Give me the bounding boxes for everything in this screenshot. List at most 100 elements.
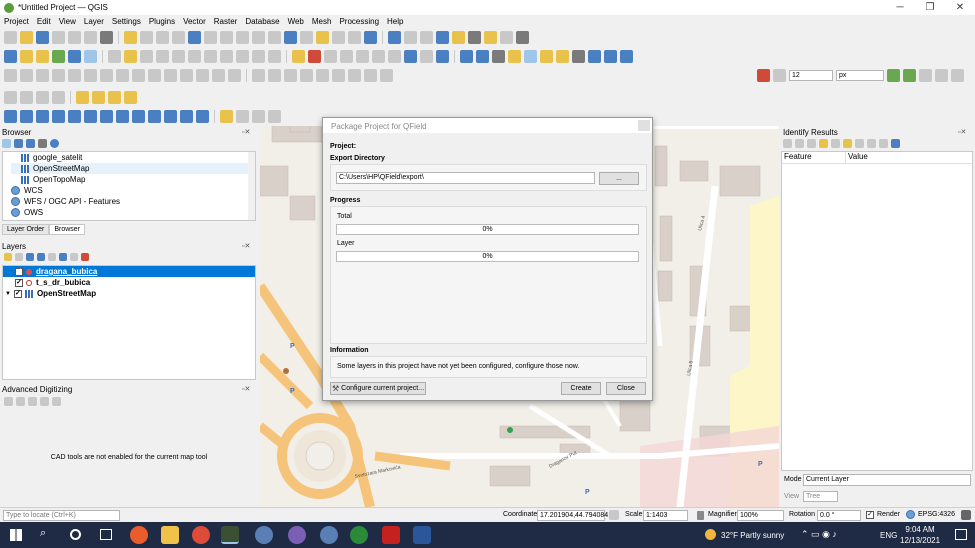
notifications-icon[interactable] xyxy=(955,529,967,540)
clock-date[interactable]: 12/13/2021 xyxy=(900,536,940,545)
menu-edit[interactable]: Edit xyxy=(33,17,55,26)
browser-float-close-icon[interactable]: ▫✕ xyxy=(242,128,250,136)
search-icon[interactable]: ⌕ xyxy=(40,527,46,540)
plugin-8-icon[interactable] xyxy=(148,110,161,123)
clear-results-icon[interactable] xyxy=(819,139,828,148)
help-icon[interactable] xyxy=(588,50,601,63)
intersection-snapping-icon[interactable] xyxy=(951,69,964,82)
geocode-icon[interactable] xyxy=(476,50,489,63)
enable-cad-icon[interactable] xyxy=(4,397,13,406)
ungroup-icon[interactable] xyxy=(380,69,393,82)
browser-item[interactable]: google_satelit xyxy=(11,152,255,163)
plugin-9-icon[interactable] xyxy=(164,110,177,123)
measure-icon[interactable] xyxy=(468,31,481,44)
delete-part-icon[interactable] xyxy=(68,69,81,82)
show-bookmarks-icon[interactable] xyxy=(332,31,345,44)
dialog-close-icon[interactable] xyxy=(638,120,650,131)
add-group-icon[interactable] xyxy=(15,253,23,261)
bookmark-icon[interactable] xyxy=(316,31,329,44)
statistics-icon[interactable] xyxy=(452,31,465,44)
split-features-icon[interactable] xyxy=(132,69,145,82)
browser-item[interactable]: OpenTopoMap xyxy=(11,174,255,185)
magnifier-input[interactable]: 100% xyxy=(737,510,784,521)
undo-icon[interactable] xyxy=(252,50,265,63)
field-calculator-icon[interactable] xyxy=(420,31,433,44)
select-by-value-icon[interactable] xyxy=(92,91,105,104)
chrome-icon[interactable] xyxy=(192,526,210,544)
deselect-all-icon[interactable] xyxy=(108,91,121,104)
collapse-all-icon[interactable] xyxy=(38,139,47,148)
browser-item[interactable]: OpenStreetMap xyxy=(11,163,255,174)
add-ring-icon[interactable] xyxy=(4,69,17,82)
menu-view[interactable]: View xyxy=(55,17,80,26)
open-attribute-table-icon[interactable] xyxy=(404,31,417,44)
layer-checkbox[interactable]: ✓ xyxy=(13,289,22,298)
style-manager-icon[interactable] xyxy=(100,31,113,44)
crs-globe-icon[interactable] xyxy=(906,510,915,519)
open-project-icon[interactable] xyxy=(20,31,33,44)
manage-visibility-icon[interactable] xyxy=(26,253,34,261)
csv-icon[interactable] xyxy=(524,50,537,63)
tracing-icon[interactable] xyxy=(935,69,948,82)
split-parts-icon[interactable] xyxy=(148,69,161,82)
refresh-icon[interactable] xyxy=(364,31,377,44)
qgis-app-2-icon[interactable] xyxy=(320,526,338,544)
zoom-full-icon[interactable] xyxy=(188,31,201,44)
reverse-line-icon[interactable] xyxy=(116,69,129,82)
label-pin-icon[interactable] xyxy=(308,50,321,63)
plugin-11-icon[interactable] xyxy=(196,110,209,123)
layers-float-close-icon[interactable]: ▫✕ xyxy=(242,242,250,250)
perpendicular-icon[interactable] xyxy=(40,397,49,406)
fill-ring-icon[interactable] xyxy=(36,69,49,82)
word-icon[interactable] xyxy=(413,526,431,544)
expand-all-icon[interactable] xyxy=(59,253,67,261)
configure-project-button[interactable]: ⚒ Configure current project... xyxy=(330,382,426,395)
add-vector-icon[interactable] xyxy=(84,50,97,63)
zoom-in-icon[interactable] xyxy=(156,31,169,44)
topological-editing-icon[interactable] xyxy=(887,69,900,82)
snapping-unit-select[interactable]: px xyxy=(836,70,884,81)
view-select[interactable]: Tree xyxy=(803,491,838,502)
pan-to-selection-icon[interactable] xyxy=(140,31,153,44)
scale-input[interactable]: 1:1403 xyxy=(643,510,688,521)
mode-select[interactable]: Current Layer xyxy=(803,474,971,486)
offset-curve-icon[interactable] xyxy=(100,69,113,82)
digitize-icon[interactable] xyxy=(156,50,169,63)
parallel-icon[interactable] xyxy=(28,397,37,406)
browser-scrollbar[interactable] xyxy=(248,152,255,220)
toggle-editing-icon[interactable] xyxy=(124,50,137,63)
self-snapping-icon[interactable] xyxy=(919,69,932,82)
paste-features-icon[interactable] xyxy=(236,50,249,63)
layout-manager-icon[interactable] xyxy=(84,31,97,44)
new-project-icon[interactable] xyxy=(4,31,17,44)
delete-ring-icon[interactable] xyxy=(52,69,65,82)
plugin-12-icon[interactable] xyxy=(220,110,233,123)
windows-start-icon[interactable] xyxy=(10,529,22,541)
menu-layer[interactable]: Layer xyxy=(80,17,108,26)
lock-icon[interactable] xyxy=(697,511,704,520)
processing-toolbox-icon[interactable] xyxy=(436,31,449,44)
group-icon[interactable] xyxy=(364,69,377,82)
menu-processing[interactable]: Processing xyxy=(335,17,383,26)
zoom-layer-icon[interactable] xyxy=(220,31,233,44)
collapse-arrow-icon[interactable]: ▼ xyxy=(5,291,11,297)
select-by-expression-icon[interactable] xyxy=(124,91,137,104)
rotation-input[interactable]: 0.0 ° xyxy=(817,510,861,521)
copy-features-icon[interactable] xyxy=(220,50,233,63)
plugin-14-icon[interactable] xyxy=(252,110,265,123)
construction-icon[interactable] xyxy=(16,397,25,406)
plugin-15-icon[interactable] xyxy=(268,110,281,123)
plugin-13-icon[interactable] xyxy=(236,110,249,123)
expand-new-icon[interactable] xyxy=(807,139,816,148)
merge-attributes-icon[interactable] xyxy=(180,69,193,82)
distribute-icon[interactable] xyxy=(316,69,329,82)
snapping-type-icon[interactable] xyxy=(773,69,786,82)
file-explorer-icon[interactable] xyxy=(161,526,179,544)
menu-settings[interactable]: Settings xyxy=(108,17,145,26)
plugin-2-icon[interactable] xyxy=(52,110,65,123)
align-right-icon[interactable] xyxy=(268,69,281,82)
menu-database[interactable]: Database xyxy=(241,17,283,26)
save-edits-icon[interactable] xyxy=(140,50,153,63)
align-bottom-icon[interactable] xyxy=(300,69,313,82)
add-part-icon[interactable] xyxy=(20,69,33,82)
